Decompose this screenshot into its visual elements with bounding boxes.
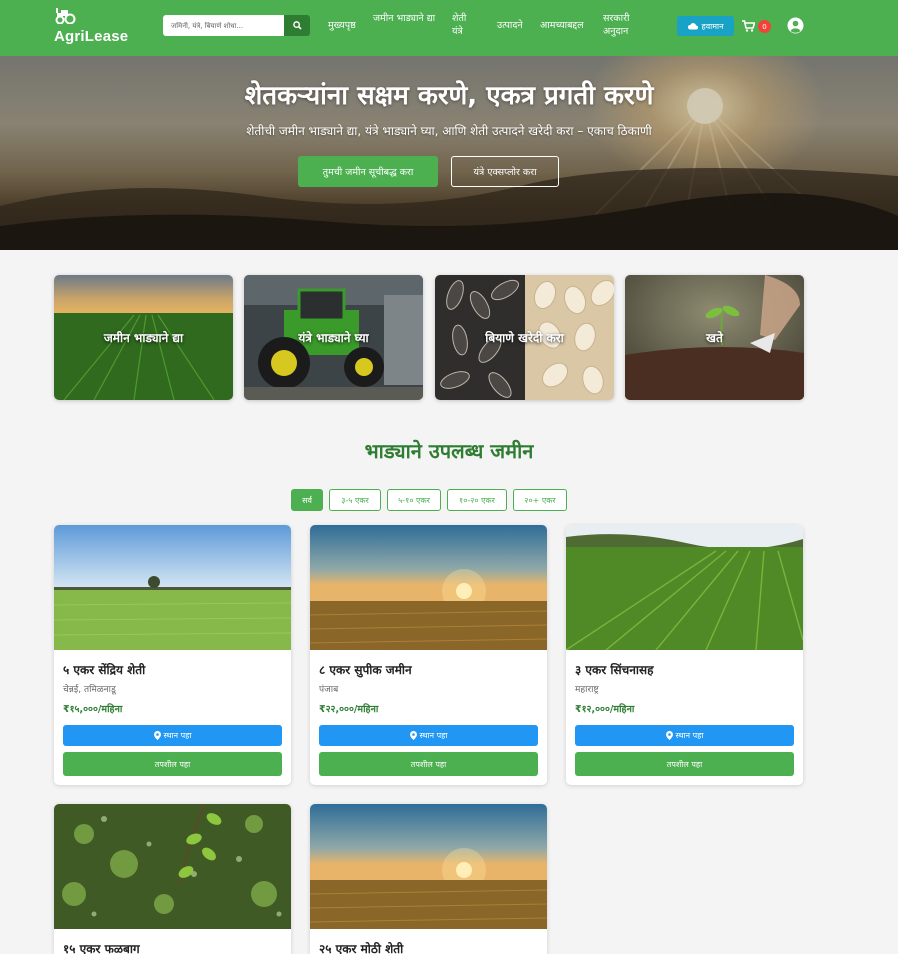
listing-price: ₹१२,०००/महिना (575, 704, 635, 715)
cart-icon (742, 20, 755, 32)
listing-image (310, 804, 547, 929)
user-circle-icon[interactable] (787, 17, 804, 34)
filter-3-5-acres[interactable]: ३-५ एकर (329, 489, 381, 511)
weather-button[interactable]: हवामान (677, 16, 734, 36)
cloud-icon (688, 23, 699, 30)
listing-image (54, 804, 291, 929)
land-listing-card: ५ एकर सेंद्रिय शेती चेन्नई, तमिळनाडू ₹१५… (54, 525, 291, 785)
land-listing-card: १५ एकर फळबाग (54, 804, 291, 954)
explore-machinery-button[interactable]: यंत्रे एक्सप्लोर करा (451, 156, 559, 187)
listing-image (310, 525, 547, 650)
search-button[interactable] (284, 15, 310, 36)
nav-link-subsidy[interactable]: सरकारी अनुदान (603, 12, 643, 38)
listing-title: १५ एकर फळबाग (63, 942, 140, 954)
category-label: खते (706, 331, 723, 345)
listing-location: महाराष्ट्र (575, 685, 599, 695)
nav-link-about[interactable]: आमच्याबद्दल (540, 19, 584, 32)
cart-button[interactable]: 0 (742, 18, 772, 36)
weather-label: हवामान (701, 21, 724, 31)
view-location-label: स्थान पहा (419, 731, 448, 740)
filter-5-10-acres[interactable]: ५-१० एकर (387, 489, 441, 511)
search-input[interactable] (163, 15, 284, 36)
nav-link-rent-land[interactable]: जमीन भाड्याने द्या (373, 12, 439, 25)
search-icon (292, 21, 302, 30)
listing-price: ₹१५,०००/महिना (63, 704, 123, 715)
listing-location: चेन्नई, तमिळनाडू (63, 685, 116, 695)
listing-image (54, 525, 291, 650)
navbar: AgriLease मुख्यपृष्ठ जमीन भाड्याने द्या … (0, 0, 898, 56)
nav-link-home[interactable]: मुख्यपृष्ठ (328, 19, 356, 32)
category-label: जमीन भाड्याने द्या (103, 331, 184, 345)
cart-count-badge: 0 (758, 20, 771, 33)
category-card-fertilizers[interactable]: खते (625, 275, 804, 400)
filter-20-plus-acres[interactable]: २०+ एकर (513, 489, 567, 511)
view-location-label: स्थान पहा (675, 731, 704, 740)
category-card-buy-seeds[interactable]: बियाणे खरेदी करा (435, 275, 614, 400)
category-card-rent-machinery[interactable]: यंत्रे भाड्याने घ्या (244, 275, 423, 400)
view-location-button[interactable]: स्थान पहा (575, 725, 794, 746)
map-marker-icon (409, 731, 417, 740)
filter-10-20-acres[interactable]: १०-२० एकर (447, 489, 507, 511)
listing-image (566, 525, 803, 650)
brand-name: AgriLease (54, 28, 129, 45)
view-details-button[interactable]: तपशील पहा (575, 752, 794, 776)
hero-banner: शेतकऱ्यांना सक्षम करणे, एकत्र प्रगती करण… (0, 56, 898, 250)
map-marker-icon (153, 731, 161, 740)
listing-title: २५ एकर मोठी शेती (319, 942, 404, 954)
brand-logo[interactable]: AgriLease (54, 8, 134, 48)
hero-subtitle: शेतीची जमीन भाड्याने द्या, यंत्रे भाड्या… (246, 124, 652, 138)
view-location-button[interactable]: स्थान पहा (63, 725, 282, 746)
land-listing-card: ३ एकर सिंचनासह महाराष्ट्र ₹१२,०००/महिना … (566, 525, 803, 785)
list-land-button[interactable]: तुमची जमीन सूचीबद्ध करा (298, 156, 438, 187)
land-listing-card: ८ एकर सुपीक जमीन पंजाब ₹२२,०००/महिना स्थ… (310, 525, 547, 785)
section-title: भाड्याने उपलब्ध जमीन (364, 439, 534, 463)
category-card-rent-land[interactable]: जमीन भाड्याने द्या (54, 275, 233, 400)
view-location-label: स्थान पहा (163, 731, 192, 740)
listing-price: ₹२२,०००/महिना (319, 704, 379, 715)
filter-all[interactable]: सर्व (291, 489, 323, 511)
listing-title: ३ एकर सिंचनासह (575, 663, 654, 677)
nav-link-products[interactable]: उत्पादने (497, 19, 523, 32)
category-label: बियाणे खरेदी करा (485, 331, 564, 345)
hero-title: शेतकऱ्यांना सक्षम करणे, एकत्र प्रगती करण… (244, 81, 654, 111)
view-details-button[interactable]: तपशील पहा (63, 752, 282, 776)
listing-title: ५ एकर सेंद्रिय शेती (63, 663, 146, 677)
category-label: यंत्रे भाड्याने घ्या (298, 331, 369, 345)
land-listing-card: २५ एकर मोठी शेती (310, 804, 547, 954)
map-marker-icon (665, 731, 673, 740)
view-location-button[interactable]: स्थान पहा (319, 725, 538, 746)
view-details-button[interactable]: तपशील पहा (319, 752, 538, 776)
nav-link-machinery[interactable]: शेती यंत्रे (452, 12, 476, 38)
listing-title: ८ एकर सुपीक जमीन (319, 663, 412, 677)
tractor-icon (55, 8, 76, 24)
listing-location: पंजाब (319, 685, 339, 695)
search-bar (163, 15, 310, 36)
